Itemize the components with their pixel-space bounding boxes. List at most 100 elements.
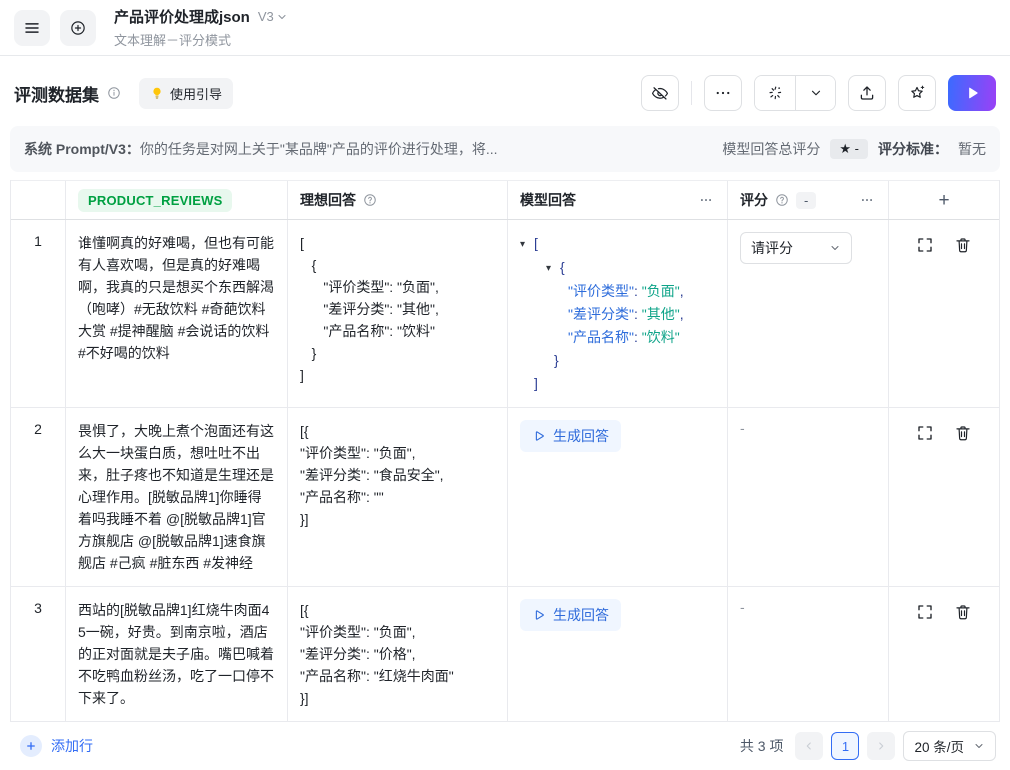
json-line: "产品名称": "饮料" (520, 326, 715, 349)
ideal-answer-header: 理想回答 (288, 181, 508, 219)
usage-guide-button[interactable]: 使用引导 (139, 78, 233, 109)
pagination: 共 3 项 1 20 条/页 (740, 731, 996, 761)
table-header: PRODUCT_REVIEWS 理想回答 模型回答 评分 - + (11, 180, 999, 220)
usage-guide-label: 使用引导 (170, 84, 222, 103)
ideal-answer-cell[interactable]: [{ "评价类型": "负面", "差评分类": "价格", "产品名称": "… (288, 587, 508, 721)
score-cell: - (728, 587, 889, 721)
system-prompt-text: 系统 Prompt/V3：你的任务是对网上关于"某品牌"产品的评价进行处理，将.… (24, 139, 498, 159)
add-column-button[interactable]: + (932, 190, 955, 211)
favorite-button[interactable] (898, 75, 936, 111)
score-select[interactable]: 请评分 (740, 232, 852, 264)
review-column-header: PRODUCT_REVIEWS (66, 181, 288, 219)
more-actions-button[interactable] (704, 75, 742, 111)
generate-answer-button[interactable]: 生成回答 (520, 599, 621, 631)
generate-answer-label: 生成回答 (553, 426, 609, 446)
trash-icon (954, 236, 972, 254)
play-outline-icon (532, 608, 546, 622)
add-row-label: 添加行 (51, 736, 93, 756)
play-outline-icon (532, 429, 546, 443)
expand-row-button[interactable] (916, 603, 934, 621)
mode-subtitle: 文本理解－评分模式 (114, 30, 288, 49)
review-text: 谁懂啊真的好难喝，但也有可能有人喜欢喝，但是真的好难喝啊，我真的只是想买个东西解… (78, 232, 275, 364)
bulb-icon (150, 86, 164, 100)
model-answer-cell[interactable]: 生成回答 (508, 408, 728, 586)
next-page-button[interactable] (867, 732, 895, 760)
total-count: 共 3 项 (740, 736, 784, 756)
prompt-bar-right: 模型回答总评分 ★ - 评分标准： 暂无 (722, 139, 986, 159)
expand-row-button[interactable] (916, 236, 934, 254)
version-label: V3 (258, 9, 274, 24)
json-line: } (520, 349, 715, 372)
row-actions (889, 587, 999, 721)
help-icon[interactable] (363, 193, 377, 207)
collapse-toggle[interactable]: ▾ (520, 233, 534, 256)
ellipsis-icon (714, 84, 732, 102)
help-icon[interactable] (775, 193, 789, 207)
title-block: 产品评价处理成json V3 文本理解－评分模式 (114, 6, 288, 49)
page-1-button[interactable]: 1 (831, 732, 859, 760)
page-size-select[interactable]: 20 条/页 (903, 731, 996, 761)
score-empty-value: - (740, 420, 745, 436)
chevron-down-icon (829, 242, 841, 254)
review-cell[interactable]: 畏惧了，大晚上煮个泡面还有这么大一块蛋白质，想吐吐不出来，肚子疼也不知道是生理还… (66, 408, 288, 586)
ellipsis-icon (860, 193, 874, 207)
expand-icon (916, 603, 934, 621)
json-line: ] (520, 372, 715, 395)
upload-button[interactable] (848, 75, 886, 111)
model-answer-header: 模型回答 (508, 181, 728, 219)
generate-answer-button[interactable]: 生成回答 (520, 420, 621, 452)
model-answer-cell[interactable]: 生成回答 (508, 587, 728, 721)
chevron-down-icon (276, 11, 288, 23)
score-column-more-button[interactable] (858, 191, 876, 209)
criteria-value: 暂无 (958, 139, 986, 159)
version-selector[interactable]: V3 (258, 9, 288, 24)
delete-row-button[interactable] (954, 424, 972, 442)
delete-row-button[interactable] (954, 236, 972, 254)
eye-off-icon (651, 84, 669, 102)
ideal-answer-text: [{ "评价类型": "负面", "差评分类": "价格", "产品名称": "… (300, 599, 495, 709)
score-select-placeholder: 请评分 (751, 238, 793, 258)
score-cell: - (728, 408, 889, 586)
menu-button[interactable] (14, 10, 50, 46)
auto-evaluate-dropdown[interactable] (795, 76, 835, 110)
json-line: "差评分类": "其他", (520, 303, 715, 326)
score-column-header: 评分 - (728, 181, 889, 219)
review-cell[interactable]: 谁懂啊真的好难喝，但也有可能有人喜欢喝，但是真的好难喝啊，我真的只是想买个东西解… (66, 220, 288, 407)
table-row: 2畏惧了，大晚上煮个泡面还有这么大一块蛋白质，想吐吐不出来，肚子疼也不知道是生理… (11, 408, 999, 587)
prev-page-button[interactable] (795, 732, 823, 760)
auto-evaluate-button[interactable] (755, 76, 795, 110)
score-average-badge: - (796, 192, 816, 209)
add-row-button[interactable]: 添加行 (14, 734, 99, 758)
criteria-label: 评分标准： (878, 139, 948, 159)
delete-row-button[interactable] (954, 603, 972, 621)
model-column-more-button[interactable] (697, 191, 715, 209)
info-icon[interactable] (107, 86, 121, 100)
ideal-answer-cell[interactable]: [{ "评价类型": "负面", "差评分类": "食品安全", "产品名称":… (288, 408, 508, 586)
review-cell[interactable]: 西站的[脱敏品牌1]红烧牛肉面45一碗，好贵。到南京啦，酒店的正对面就是夫子庙。… (66, 587, 288, 721)
app-header: 产品评价处理成json V3 文本理解－评分模式 (0, 0, 1010, 56)
auto-evaluate-split-button (754, 75, 836, 111)
section-bar: 评测数据集 使用引导 (14, 74, 996, 112)
ellipsis-icon (699, 193, 713, 207)
review-column-tag[interactable]: PRODUCT_REVIEWS (78, 189, 232, 212)
total-score-label: 模型回答总评分 (722, 139, 820, 159)
run-evaluation-button[interactable] (948, 75, 996, 111)
collapse-toggle[interactable]: ▾ (546, 257, 560, 280)
system-prompt-bar[interactable]: 系统 Prompt/V3：你的任务是对网上关于"某品牌"产品的评价进行处理，将.… (10, 126, 1000, 172)
expand-icon (916, 424, 934, 442)
model-answer-cell[interactable]: ▾[▾{"评价类型": "负面","差评分类": "其他","产品名称": "饮… (508, 220, 728, 407)
hide-column-button[interactable] (641, 75, 679, 111)
json-line: ▾{ (520, 256, 715, 280)
chevron-right-icon (875, 740, 887, 752)
score-empty-value: - (740, 599, 745, 615)
new-item-button[interactable] (60, 10, 96, 46)
upload-icon (858, 84, 876, 102)
ideal-answer-cell[interactable]: [ { "评价类型": "负面", "差评分类": "其他", "产品名称": … (288, 220, 508, 407)
page-size-label: 20 条/页 (914, 736, 964, 756)
json-line: "评价类型": "负面", (520, 280, 715, 303)
table-row: 3西站的[脱敏品牌1]红烧牛肉面45一碗，好贵。到南京啦，酒店的正对面就是夫子庙… (11, 587, 999, 722)
chevron-left-icon (803, 740, 815, 752)
total-score-badge: ★ - (830, 139, 868, 159)
expand-row-button[interactable] (916, 424, 934, 442)
expand-icon (916, 236, 934, 254)
